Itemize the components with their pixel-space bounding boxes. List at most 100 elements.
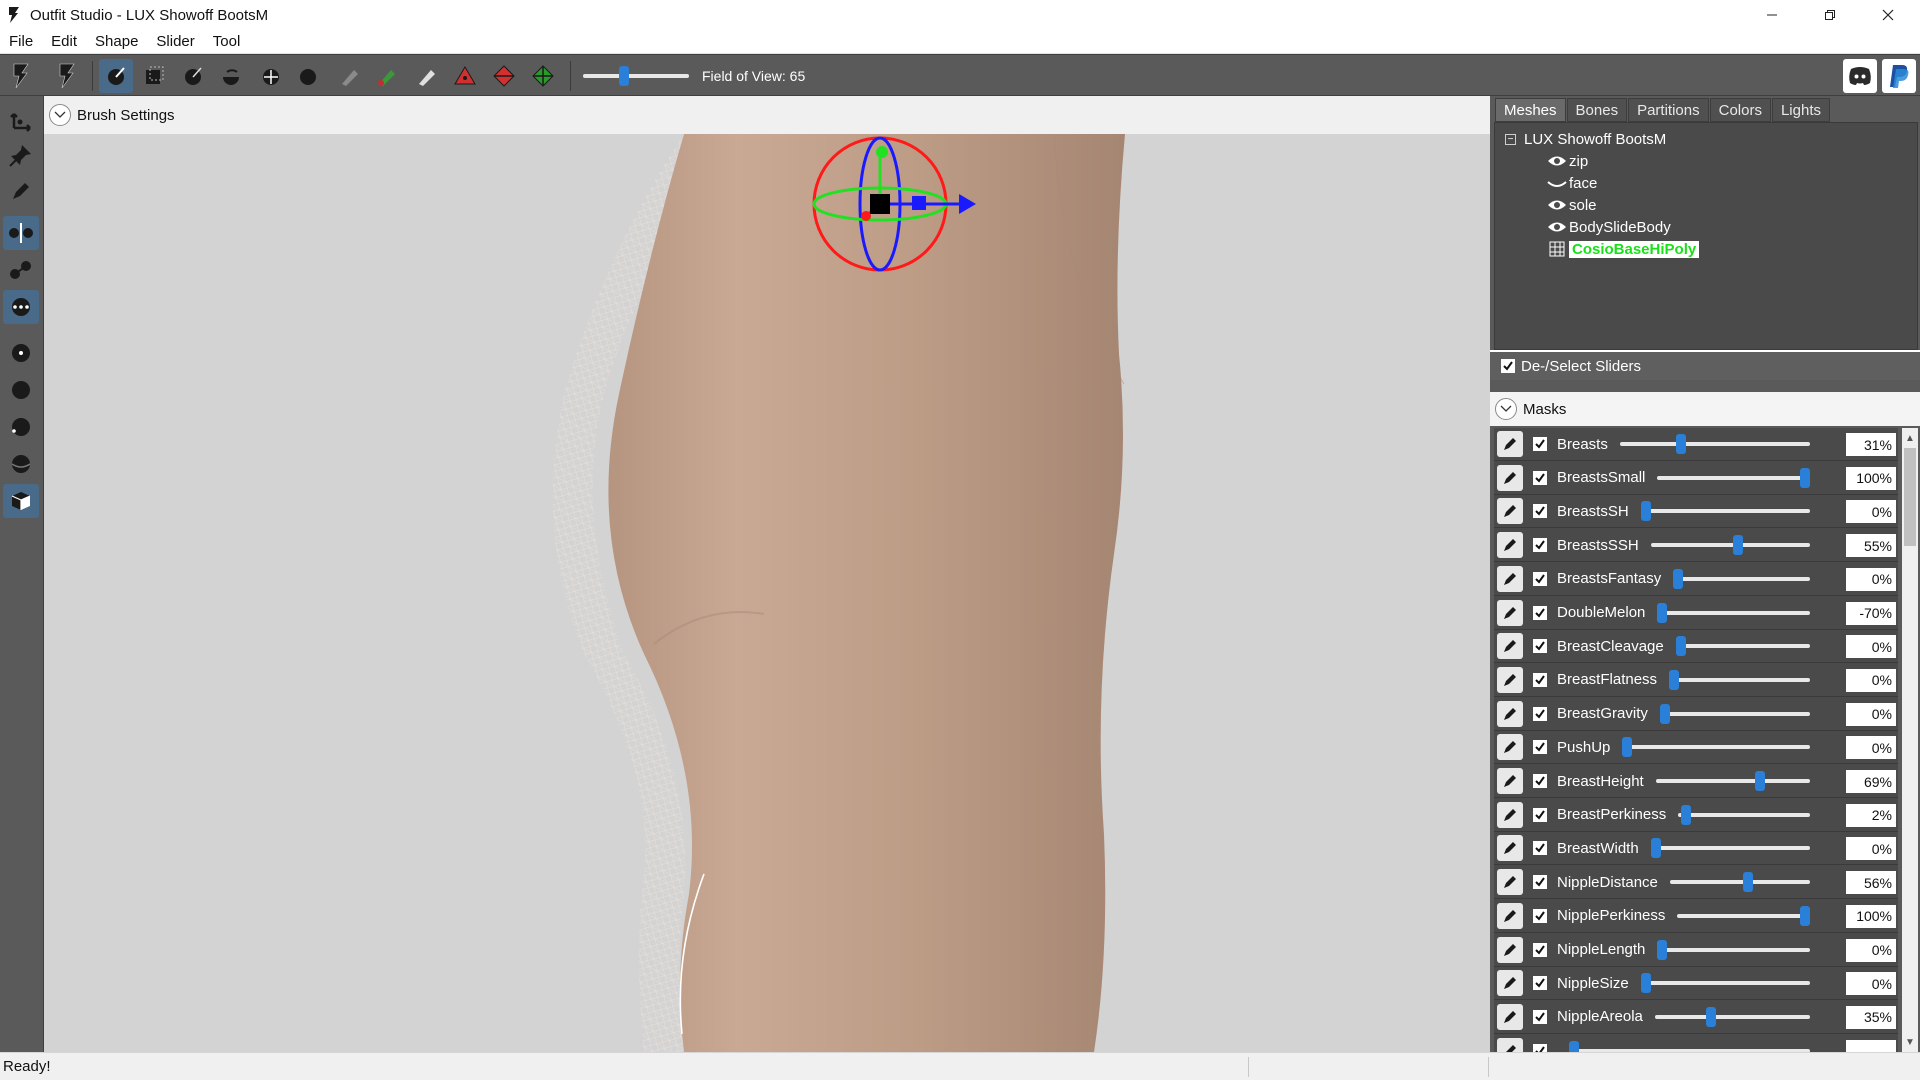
- tab-partitions[interactable]: Partitions: [1628, 98, 1709, 122]
- edit-slider-pencil-icon[interactable]: [1497, 666, 1523, 693]
- slider-track[interactable]: [1678, 804, 1810, 825]
- tree-item-sole[interactable]: sole: [1547, 195, 1597, 215]
- flip-edge-button[interactable]: [487, 59, 521, 93]
- slider-value-field[interactable]: 0%: [1846, 938, 1896, 962]
- slider-row[interactable]: [1494, 1035, 1898, 1052]
- slider-track[interactable]: [1657, 467, 1810, 488]
- slider-row[interactable]: PushUp 0%: [1494, 731, 1898, 765]
- slider-value-field[interactable]: 0%: [1846, 837, 1896, 861]
- slider-row[interactable]: BreastsSmall 100%: [1494, 462, 1898, 495]
- slider-row[interactable]: NippleSize 0%: [1494, 967, 1898, 1001]
- paypal-button[interactable]: [1882, 59, 1916, 93]
- slider-thumb[interactable]: [1622, 737, 1633, 758]
- menu-shape[interactable]: Shape: [86, 33, 147, 50]
- slider-thumb[interactable]: [1800, 467, 1810, 488]
- tab-meshes[interactable]: Meshes: [1495, 98, 1566, 122]
- slider-track[interactable]: [1654, 1006, 1810, 1027]
- wireframe-icon[interactable]: [1547, 241, 1567, 257]
- weight-brush-button[interactable]: [333, 59, 367, 93]
- slider-thumb[interactable]: [1659, 703, 1670, 724]
- eye-icon[interactable]: [1547, 197, 1567, 213]
- slider-enable-checkbox[interactable]: [1533, 875, 1547, 890]
- slider-enable-checkbox[interactable]: [1533, 437, 1547, 451]
- edit-slider-pencil-icon[interactable]: [1497, 700, 1523, 727]
- tree-item-face[interactable]: face: [1547, 173, 1597, 193]
- wireframe-view-button[interactable]: [3, 410, 39, 444]
- slider-thumb[interactable]: [1657, 602, 1668, 623]
- slider-track[interactable]: [1669, 872, 1810, 893]
- vertex-select-button[interactable]: [3, 174, 39, 208]
- slider-value-field[interactable]: 55%: [1846, 534, 1896, 558]
- slider-track[interactable]: [1657, 602, 1810, 623]
- edit-slider-pencil-icon[interactable]: [1497, 599, 1523, 626]
- slider-enable-checkbox[interactable]: [1533, 470, 1547, 485]
- slider-enable-checkbox[interactable]: [1533, 538, 1547, 553]
- slider-value-field[interactable]: 56%: [1846, 871, 1896, 895]
- edit-slider-pencil-icon[interactable]: [1497, 970, 1523, 997]
- edit-slider-pencil-icon[interactable]: [1497, 633, 1523, 660]
- pivot-tool-button[interactable]: [3, 138, 39, 172]
- menu-file[interactable]: File: [0, 33, 42, 50]
- split-edge-button[interactable]: [526, 59, 560, 93]
- edit-slider-pencil-icon[interactable]: [1497, 936, 1523, 963]
- slider-value-field[interactable]: 0%: [1846, 635, 1896, 659]
- edit-slider-pencil-icon[interactable]: [1497, 532, 1523, 559]
- transform-tool-button[interactable]: [3, 102, 39, 136]
- slider-enable-checkbox[interactable]: [1533, 807, 1547, 822]
- slider-track[interactable]: [1622, 737, 1810, 758]
- alpha-brush-button[interactable]: [410, 59, 444, 93]
- slider-enable-checkbox[interactable]: [1533, 1009, 1547, 1024]
- slider-scrollbar[interactable]: ▲ ▼: [1902, 428, 1918, 1052]
- slider-enable-checkbox[interactable]: [1533, 841, 1547, 856]
- slider-enable-checkbox[interactable]: [1533, 504, 1547, 519]
- scroll-up-icon[interactable]: ▲: [1902, 430, 1918, 446]
- edit-slider-pencil-icon[interactable]: [1497, 431, 1523, 457]
- edit-slider-pencil-icon[interactable]: [1497, 869, 1523, 896]
- slider-value-field[interactable]: 35%: [1846, 1005, 1896, 1029]
- tree-item-bodyslidebody[interactable]: BodySlideBody: [1547, 217, 1671, 237]
- slider-value-field[interactable]: 0%: [1846, 702, 1896, 726]
- slider-enable-checkbox[interactable]: [1533, 639, 1547, 654]
- slider-row[interactable]: BreastsFantasy 0%: [1494, 563, 1898, 596]
- slider-thumb[interactable]: [1680, 804, 1691, 825]
- slider-value-field[interactable]: 0%: [1846, 972, 1896, 996]
- slider-row[interactable]: BreastCleavage 0%: [1494, 630, 1898, 664]
- slider-row[interactable]: BreastsSH 0%: [1494, 495, 1898, 529]
- collapse-vertex-button[interactable]: [448, 59, 482, 93]
- slider-value-field[interactable]: 2%: [1846, 803, 1896, 827]
- tree-item-cosiobasehipoly[interactable]: CosioBaseHiPoly: [1547, 239, 1700, 259]
- move-brush-button[interactable]: [254, 59, 288, 93]
- edit-slider-pencil-icon[interactable]: [1497, 1037, 1523, 1052]
- slider-enable-checkbox[interactable]: [1533, 571, 1547, 586]
- slider-value-field[interactable]: 0%: [1846, 668, 1896, 692]
- slider-thumb[interactable]: [1705, 1006, 1716, 1027]
- slider-row[interactable]: NippleLength 0%: [1494, 934, 1898, 967]
- eye-closed-icon[interactable]: [1547, 175, 1567, 191]
- fov-slider-thumb[interactable]: [618, 66, 629, 86]
- texture-view-button[interactable]: [3, 484, 39, 518]
- slider-track[interactable]: [1659, 703, 1810, 724]
- edit-slider-pencil-icon[interactable]: [1497, 464, 1523, 491]
- smooth-brush-button[interactable]: [291, 59, 325, 93]
- slider-row[interactable]: BreastPerkiness 2%: [1494, 799, 1898, 832]
- brush-settings-toggle[interactable]: [49, 104, 71, 126]
- tree-collapse-icon[interactable]: −: [1505, 134, 1516, 145]
- slider-row[interactable]: NippleAreola 35%: [1494, 1001, 1898, 1034]
- menu-slider[interactable]: Slider: [147, 33, 203, 50]
- slider-thumb[interactable]: [1640, 973, 1651, 994]
- tab-bones[interactable]: Bones: [1566, 98, 1628, 122]
- slider-row[interactable]: NippleDistance 56%: [1494, 866, 1898, 900]
- slider-row[interactable]: Breasts 31%: [1494, 428, 1898, 461]
- slider-track[interactable]: [1619, 434, 1810, 454]
- connected-only-button[interactable]: [3, 253, 39, 287]
- edit-slider-pencil-icon[interactable]: [1497, 498, 1523, 525]
- slider-value-field[interactable]: 100%: [1846, 466, 1896, 490]
- slider-enable-checkbox[interactable]: [1533, 976, 1547, 991]
- slider-thumb[interactable]: [1675, 434, 1686, 454]
- global-brush-button[interactable]: [3, 290, 39, 324]
- slider-row[interactable]: BreastFlatness 0%: [1494, 664, 1898, 697]
- maximize-button[interactable]: [1801, 0, 1859, 30]
- tab-lights[interactable]: Lights: [1771, 98, 1830, 122]
- slider-enable-checkbox[interactable]: [1533, 672, 1547, 687]
- fov-slider[interactable]: [583, 66, 689, 86]
